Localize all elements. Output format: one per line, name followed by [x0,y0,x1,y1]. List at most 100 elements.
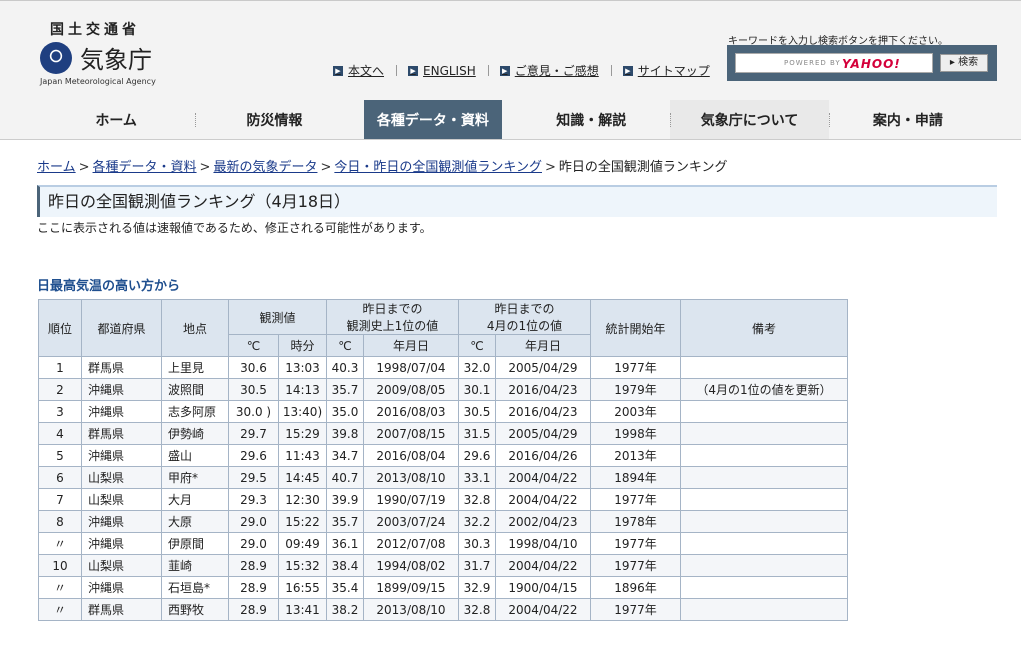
cell-rank: 7 [38,488,82,511]
cell-start-year: 1977年 [590,488,681,511]
cell-start-year: 1894年 [590,466,681,489]
cell-time: 14:13 [278,378,327,401]
cell-prefecture: 沖縄県 [81,532,162,555]
header-start-year: 統計開始年 [590,299,681,357]
cell-prefecture: 沖縄県 [81,444,162,467]
search-box: POWERED BY YAHOO! ▸ 検索 [727,45,997,81]
cell-time: 09:49 [278,532,327,555]
ranking-table-body: 1 群馬県 上里見 30.6 13:03 40.3 1998/07/04 32.0 2005/0… [38,356,848,621]
cell-record-date: 1899/09/15 [363,576,459,599]
cell-april-date: 2004/04/22 [495,466,591,489]
cell-april-temp: 30.1 [458,378,496,401]
cell-april-temp: 32.2 [458,510,496,533]
cell-remarks [680,598,848,621]
skip-to-content-link[interactable]: ▶ 本文へ [333,62,384,79]
cell-time: 15:22 [278,510,327,533]
cell-rank: 3 [38,400,82,423]
cell-april-date: 2005/04/29 [495,422,591,445]
cell-start-year: 1979年 [590,378,681,401]
cell-april-temp: 31.5 [458,422,496,445]
nav-divider [0,139,1021,140]
cell-rank: 〃 [38,598,82,621]
cell-april-date: 2004/04/22 [495,488,591,511]
feedback-link[interactable]: ▶ ご意見・ご感想 [499,62,599,79]
english-link[interactable]: ▶ ENGLISH [408,64,476,78]
cell-time: 15:29 [278,422,327,445]
cell-record-temp: 40.3 [326,356,364,379]
cell-april-temp: 32.0 [458,356,496,379]
preliminary-notice: ここに表示される値は速報値であるため、修正される可能性があります。 [37,221,432,235]
cell-record-date: 2013/08/10 [363,598,459,621]
arrow-right-icon: ▶ [333,65,343,76]
cell-remarks [680,554,848,577]
header-place: 地点 [161,299,229,357]
cell-april-temp: 31.7 [458,554,496,577]
nav-about[interactable]: 気象庁について [670,100,829,140]
cell-time: 16:55 [278,576,327,599]
page-title: 昨日の全国観測値ランキング（4月18日） [48,192,351,211]
cell-record-date: 2016/08/03 [363,400,459,423]
cell-start-year: 1977年 [590,598,681,621]
ranking-table: 順位 都道府県 地点 観測値 昨日までの 観測史上1位の値 昨日までの 4月の1位の… [38,299,848,621]
cell-temp: 30.0 ) [228,400,279,423]
cell-april-date: 2004/04/22 [495,598,591,621]
nav-guide[interactable]: 案内・申請 [828,100,987,140]
cell-april-date: 2016/04/23 [495,378,591,401]
divider [396,65,398,76]
cell-rank: 6 [38,466,82,489]
table-row: 2 沖縄県 波照間 30.5 14:13 35.7 2009/08/05 30.1 2016/0… [38,378,848,401]
breadcrumb-data[interactable]: 各種データ・資料 [93,160,197,175]
cell-start-year: 1978年 [590,510,681,533]
yahoo-logo: YAHOO! [842,57,901,71]
cell-april-temp: 32.8 [458,598,496,621]
breadcrumb-home[interactable]: ホーム [37,160,76,175]
jma-emblem-icon: 〇 [40,42,72,74]
cell-april-date: 2005/04/29 [495,356,591,379]
nav-home[interactable]: ホーム [37,100,195,140]
cell-temp: 28.9 [228,598,279,621]
cell-record-date: 1994/08/02 [363,554,459,577]
cell-temp: 29.0 [228,532,279,555]
cell-record-date: 2009/08/05 [363,378,459,401]
nav-knowledge[interactable]: 知識・解説 [512,100,670,140]
cell-rank: 8 [38,510,82,533]
ministry-name: 国土交通省 [50,22,140,38]
cell-record-temp: 36.1 [326,532,364,555]
cell-record-temp: 38.4 [326,554,364,577]
nav-disaster-info[interactable]: 防災情報 [195,100,353,140]
cell-remarks [680,422,848,445]
cell-remarks [680,510,848,533]
search-button[interactable]: ▸ 検索 [940,54,988,72]
cell-place: 盛山 [161,444,229,467]
header-observed: 観測値 [228,299,327,335]
subheader-date: 年月日 [363,334,459,357]
cell-place: 波照間 [161,378,229,401]
cell-record-temp: 39.9 [326,488,364,511]
subheader-celsius: ℃ [458,334,496,357]
utility-links: ▶ 本文へ ▶ ENGLISH ▶ ご意見・ご感想 ▶ サイトマップ [333,62,710,79]
header-april-record: 昨日までの 4月の1位の値 [458,299,591,335]
cell-place: 甲府* [161,466,229,489]
cell-april-date: 1900/04/15 [495,576,591,599]
cell-record-temp: 35.4 [326,576,364,599]
cell-prefecture: 群馬県 [81,356,162,379]
sitemap-link[interactable]: ▶ サイトマップ [622,62,710,79]
cell-record-temp: 35.7 [326,510,364,533]
nav-data[interactable]: 各種データ・資料 [363,100,503,140]
cell-prefecture: 山梨県 [81,488,162,511]
cell-temp: 30.5 [228,378,279,401]
cell-rank: 4 [38,422,82,445]
table-row: 7 山梨県 大月 29.3 12:30 39.9 1990/07/19 32.8 2004/04… [38,488,848,511]
cell-place: 石垣島* [161,576,229,599]
breadcrumb-ranking[interactable]: 今日・昨日の全国観測値ランキング [334,160,542,175]
cell-time: 13:03 [278,356,327,379]
table-row: 〃群馬県 西野牧 28.9 13:41 38.2 2013/08/10 32.8 2004/0… [38,598,848,621]
cell-prefecture: 沖縄県 [81,378,162,401]
breadcrumb-latest[interactable]: 最新の気象データ [213,160,317,175]
search-input[interactable]: POWERED BY YAHOO! [735,53,933,73]
cell-place: 上里見 [161,356,229,379]
table-row: 8 沖縄県 大原 29.0 15:22 35.7 2003/07/24 32.2 2002/04… [38,510,848,533]
cell-april-temp: 29.6 [458,444,496,467]
cell-rank: 1 [38,356,82,379]
subheader-celsius: ℃ [326,334,364,357]
